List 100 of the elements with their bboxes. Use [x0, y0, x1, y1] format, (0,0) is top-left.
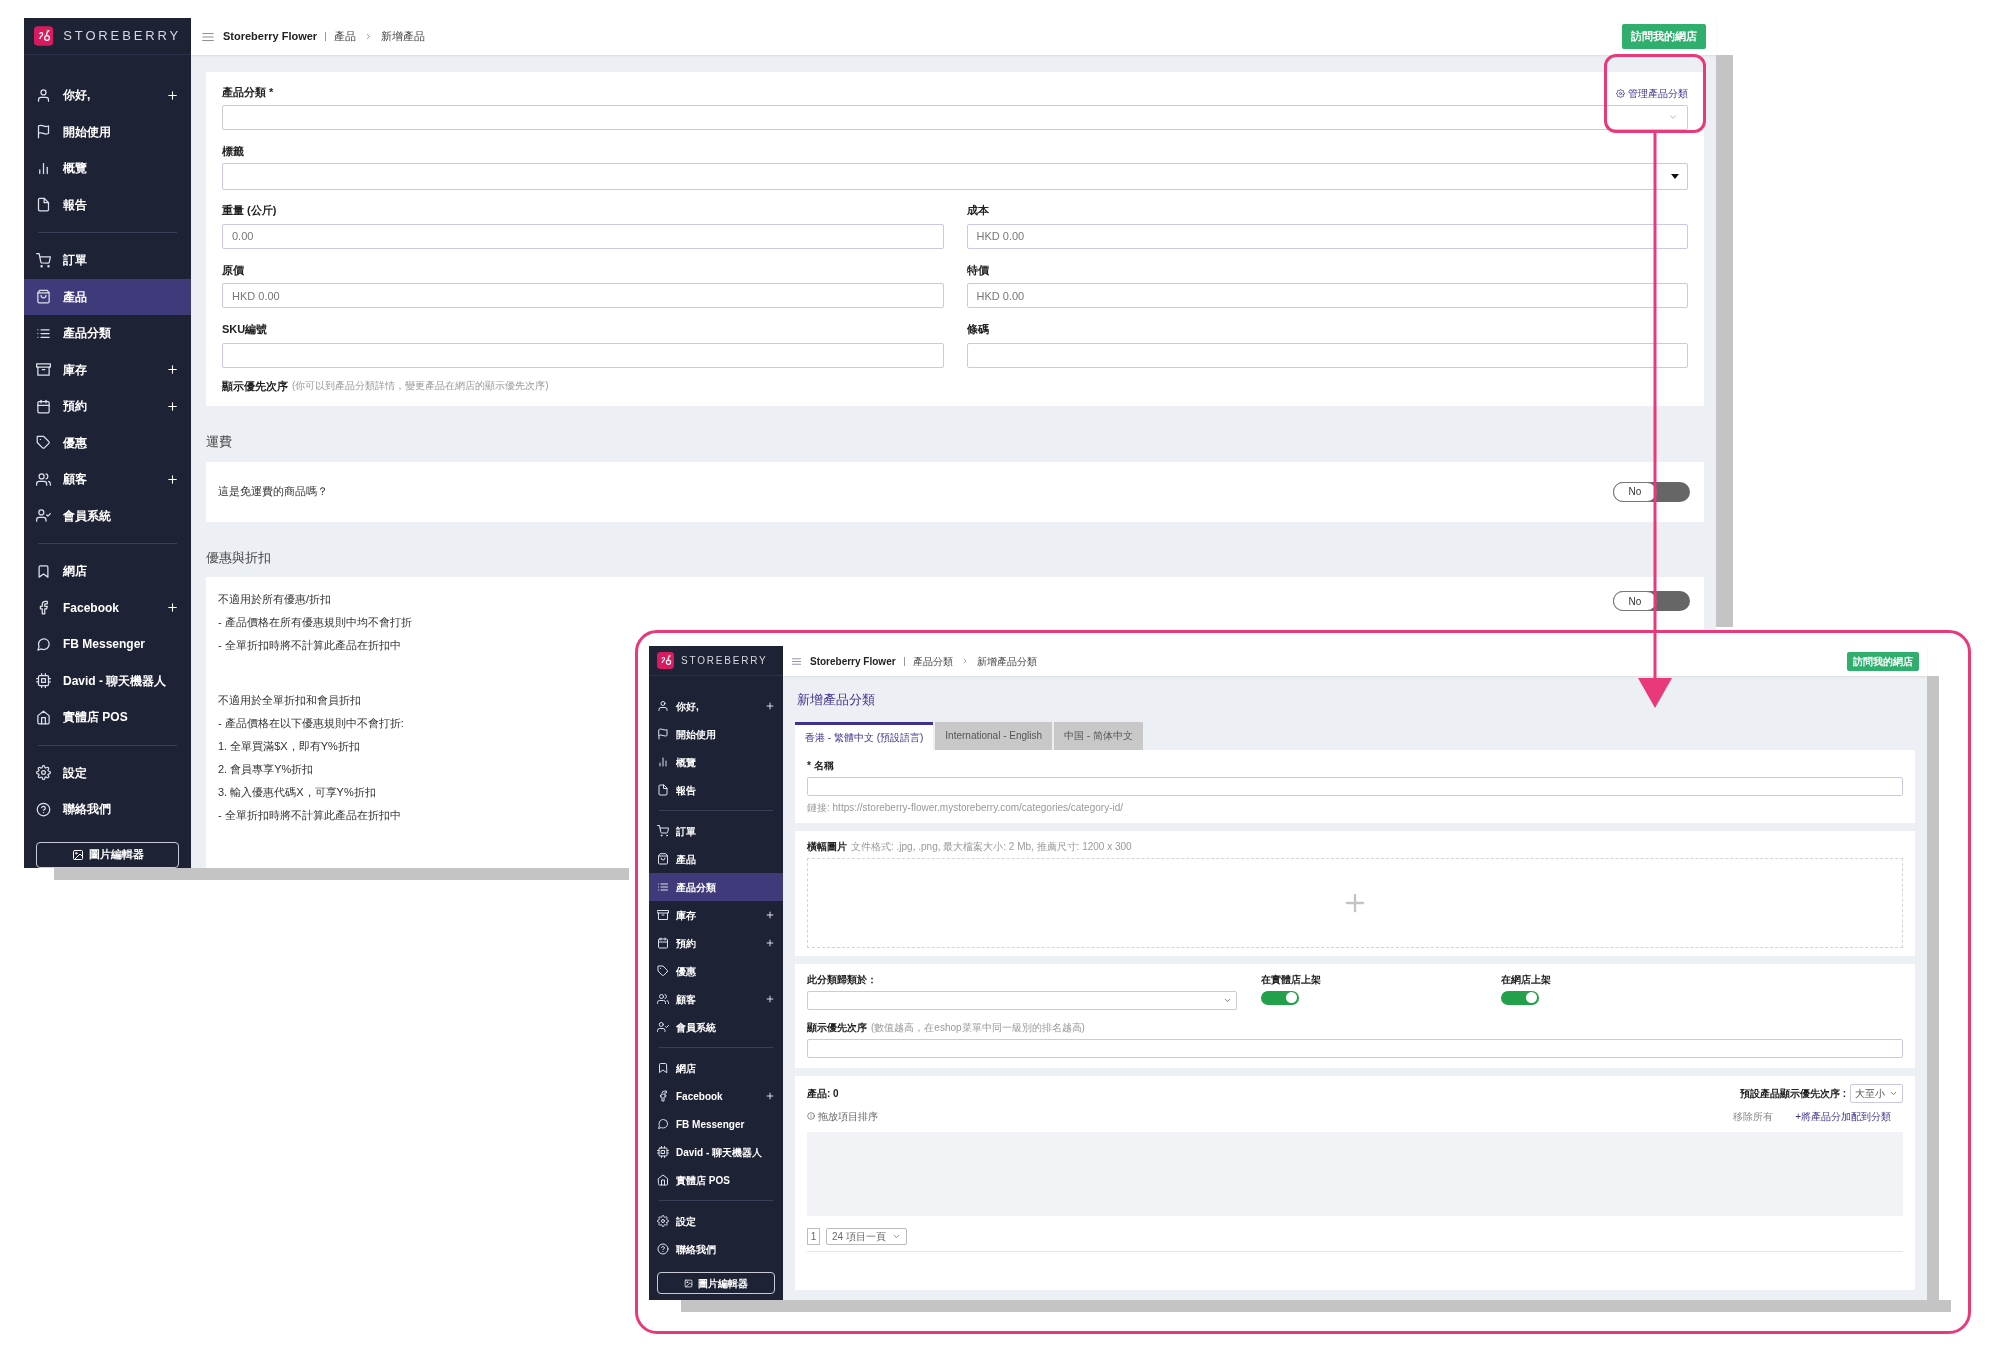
nav-item[interactable]: 報告	[649, 776, 783, 804]
scrollbar[interactable]	[1927, 676, 1939, 1300]
discount-rule-text: 不適用於全單折扣和會員折扣	[218, 693, 362, 708]
sort-select[interactable]: 大至小	[1850, 1083, 1903, 1103]
archive-icon	[36, 362, 51, 378]
field-label: 成本	[966, 203, 990, 218]
nav-item[interactable]: 實體店 POS	[24, 699, 191, 736]
plus-icon	[166, 363, 179, 377]
nav-item[interactable]: FB Messenger	[649, 1110, 783, 1138]
language-tab[interactable]: International - English	[935, 721, 1053, 750]
nav-item[interactable]: 訂單	[24, 242, 191, 279]
nav-item[interactable]: 產品分類	[24, 315, 191, 352]
text-field[interactable]: HKD 0.00	[966, 223, 1688, 249]
cart-icon	[36, 252, 51, 268]
drag-hint: 拖放項目排序	[818, 1109, 878, 1124]
toggle-switch[interactable]	[1261, 990, 1299, 1005]
field-label: * 名稱	[807, 758, 835, 773]
nav-item[interactable]: 設定	[24, 754, 191, 791]
text-field[interactable]: HKD 0.00	[966, 283, 1688, 308]
bookmark-icon	[36, 563, 51, 579]
image-editor-button[interactable]: 圖片編輯器	[36, 841, 179, 868]
nav-item[interactable]: 報告	[24, 186, 191, 223]
nav-item[interactable]: Facebook	[649, 1082, 783, 1110]
toggle-switch[interactable]: No	[1613, 591, 1690, 611]
toggle-switch[interactable]: No	[1613, 481, 1690, 502]
menu-icon[interactable]	[791, 655, 802, 667]
discount-rule-text: - 產品價格在所有優惠規則中均不會打折	[218, 615, 412, 630]
nav-item[interactable]: 概覽	[649, 748, 783, 776]
display-order-field[interactable]	[807, 1038, 1903, 1058]
assign-products-link[interactable]: +將產品分加配到分類	[1795, 1108, 1891, 1124]
calendar-icon	[657, 937, 669, 949]
breadcrumb-link[interactable]: Storeberry Flower	[223, 28, 318, 45]
nav-item[interactable]: 會員系統	[24, 497, 191, 534]
nav-item[interactable]: 預約	[649, 929, 783, 957]
discount-rule-text: - 全單折扣時將不計算此產品在折扣中	[218, 808, 402, 823]
text-field[interactable]: HKD 0.00	[222, 283, 944, 308]
image-dropzone[interactable]	[807, 857, 1903, 948]
per-page-select[interactable]: 24 項目一頁	[826, 1227, 907, 1245]
breadcrumb-link[interactable]: 新增產品	[381, 28, 426, 45]
breadcrumb-link[interactable]: 產品	[334, 28, 357, 45]
file-icon	[657, 784, 669, 796]
discount-rule-text: - 全單折扣時將不計算此產品在折扣中	[218, 638, 402, 653]
image-editor-button[interactable]: 圖片編輯器	[657, 1272, 775, 1294]
nav-item[interactable]: 網店	[649, 1054, 783, 1082]
breadcrumb-link[interactable]: 新增產品分類	[976, 653, 1037, 669]
nav-item[interactable]: 顧客	[649, 985, 783, 1013]
nav-item[interactable]: 聯絡我們	[24, 791, 191, 828]
nav-item[interactable]: 實體店 POS	[649, 1166, 783, 1194]
text-field[interactable]	[222, 342, 944, 368]
nav-item[interactable]: 設定	[649, 1207, 783, 1235]
page-number[interactable]: 1	[807, 1227, 820, 1245]
parent-select[interactable]	[807, 990, 1237, 1010]
plus-icon	[765, 701, 775, 711]
remove-all-link[interactable]: 移除所有	[1733, 1108, 1774, 1124]
nav-item[interactable]: 聯絡我們	[649, 1235, 783, 1263]
cart-icon	[657, 825, 669, 837]
language-tab[interactable]: 中国 - 简体中文	[1054, 721, 1143, 750]
name-field[interactable]	[807, 776, 1903, 796]
nav-item[interactable]: 概覽	[24, 150, 191, 187]
nav-item[interactable]: 訂單	[649, 817, 783, 845]
nav-item[interactable]: 庫存	[649, 901, 783, 929]
nav-item[interactable]: 優惠	[24, 424, 191, 461]
breadcrumb-link[interactable]: 產品分類	[912, 653, 953, 669]
users-icon	[657, 993, 669, 1005]
nav-item[interactable]: 你好,	[24, 77, 191, 114]
nav-item[interactable]: 開始使用	[24, 113, 191, 150]
scrollbar[interactable]	[1716, 55, 1733, 627]
flag-icon	[36, 124, 51, 140]
toggle-label: 在實體店上架	[1261, 972, 1322, 987]
nav-item[interactable]: 預約	[24, 388, 191, 425]
nav-item[interactable]: 開始使用	[649, 720, 783, 748]
nav-item[interactable]: 庫存	[24, 351, 191, 388]
tags-select[interactable]	[222, 163, 1688, 190]
nav-item[interactable]: Facebook	[24, 589, 191, 626]
manage-categories-link[interactable]: 管理產品分類	[1616, 85, 1688, 101]
house-icon	[36, 709, 51, 725]
text-field[interactable]	[966, 342, 1688, 368]
nav-item[interactable]: 產品	[24, 278, 191, 315]
nav-item[interactable]: 產品分類	[649, 873, 783, 901]
field-label: SKU編號	[222, 322, 269, 337]
breadcrumb-link[interactable]: Storeberry Flower	[810, 653, 896, 669]
flag-icon	[657, 728, 669, 740]
brand-name: STOREBERRY	[63, 27, 181, 46]
category-select[interactable]	[222, 104, 1688, 130]
nav-item[interactable]: David - 聊天機器人	[24, 662, 191, 699]
chevron-icon	[1668, 112, 1678, 122]
nav-item[interactable]: 網店	[24, 553, 191, 590]
language-tab[interactable]: 香港 - 繁體中文 (預設語言)	[795, 721, 934, 750]
nav-item[interactable]: 你好,	[649, 692, 783, 720]
bag-icon	[657, 853, 669, 865]
info-icon	[807, 1112, 815, 1120]
nav-item[interactable]: FB Messenger	[24, 626, 191, 663]
nav-item[interactable]: 產品	[649, 845, 783, 873]
nav-item[interactable]: 優惠	[649, 957, 783, 985]
nav-item[interactable]: 顧客	[24, 461, 191, 498]
nav-item[interactable]: 會員系統	[649, 1013, 783, 1041]
toggle-switch[interactable]	[1501, 990, 1539, 1005]
nav-item[interactable]: David - 聊天機器人	[649, 1138, 783, 1166]
file-icon	[36, 197, 51, 213]
text-field[interactable]: 0.00	[222, 223, 944, 249]
